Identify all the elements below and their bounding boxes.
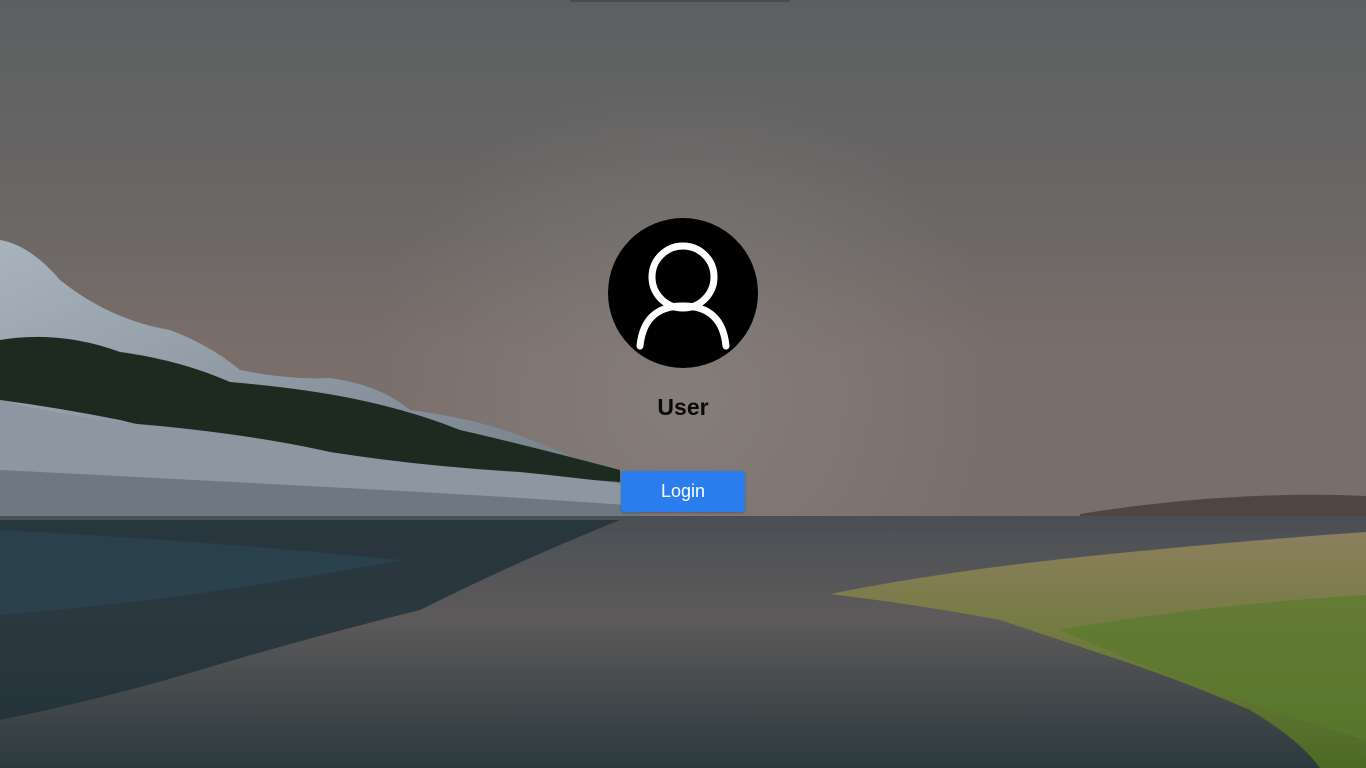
user-silhouette-icon bbox=[636, 242, 730, 350]
top-edge-shadow bbox=[570, 0, 790, 2]
username-label: User bbox=[657, 394, 709, 420]
lock-screen: User Login bbox=[0, 0, 1366, 768]
user-avatar bbox=[608, 218, 758, 368]
login-button[interactable]: Login bbox=[621, 471, 745, 512]
login-panel: User Login bbox=[533, 218, 833, 512]
